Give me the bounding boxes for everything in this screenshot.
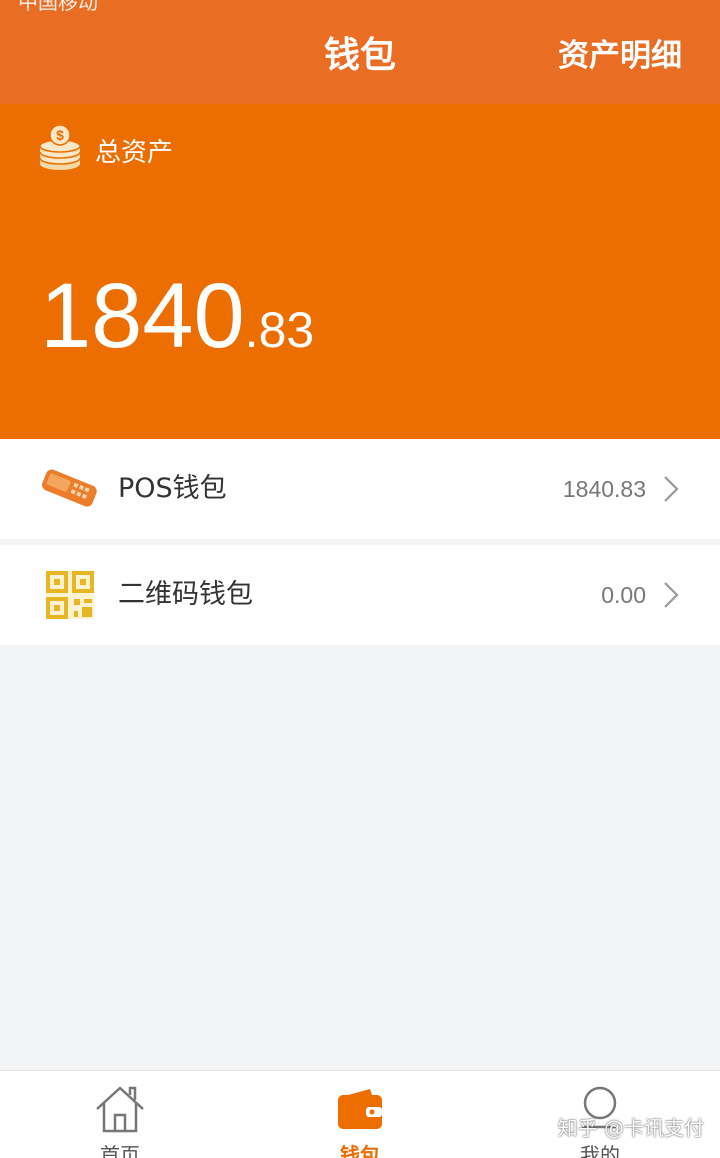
balance-integer: 1840 — [40, 265, 245, 367]
asset-details-button[interactable]: 资产明细 — [558, 0, 682, 104]
total-balance: 1840.83 — [40, 270, 314, 362]
qr-code-icon — [46, 571, 94, 619]
chevron-right-icon — [664, 582, 679, 608]
coins-icon: $ — [39, 124, 81, 170]
total-assets-card: $ 总资产 1840.83 — [0, 104, 720, 439]
home-icon — [96, 1086, 144, 1133]
pos-wallet-row[interactable]: POS钱包 1840.83 — [0, 439, 720, 539]
tab-label: 首页 — [100, 1143, 140, 1158]
qr-wallet-row[interactable]: 二维码钱包 0.00 — [0, 545, 720, 645]
wallet-label: POS钱包 — [118, 473, 227, 504]
tab-label: 我的 — [580, 1143, 620, 1158]
tab-home[interactable]: 首页 — [0, 1071, 240, 1158]
watermark: 知乎 @卡讯支付 — [557, 1116, 704, 1140]
wallet-screen: 中国移动 钱包 资产明细 $ 总资产 1840.83 POS钱包 1840.83… — [0, 0, 720, 1158]
wallet-icon — [338, 1089, 382, 1129]
tab-label: 钱包 — [340, 1143, 380, 1158]
header-bar: 中国移动 钱包 资产明细 — [0, 0, 720, 104]
wallet-amount: 1840.83 — [562, 476, 646, 502]
chevron-right-icon — [664, 476, 679, 502]
wallet-amount: 0.00 — [601, 582, 646, 608]
svg-text:$: $ — [56, 127, 64, 143]
pos-terminal-icon — [42, 469, 97, 507]
total-assets-label: 总资产 — [95, 138, 174, 168]
wallet-label: 二维码钱包 — [118, 579, 253, 610]
tab-wallet[interactable]: 钱包 — [240, 1071, 480, 1158]
balance-decimal: .83 — [244, 302, 315, 358]
